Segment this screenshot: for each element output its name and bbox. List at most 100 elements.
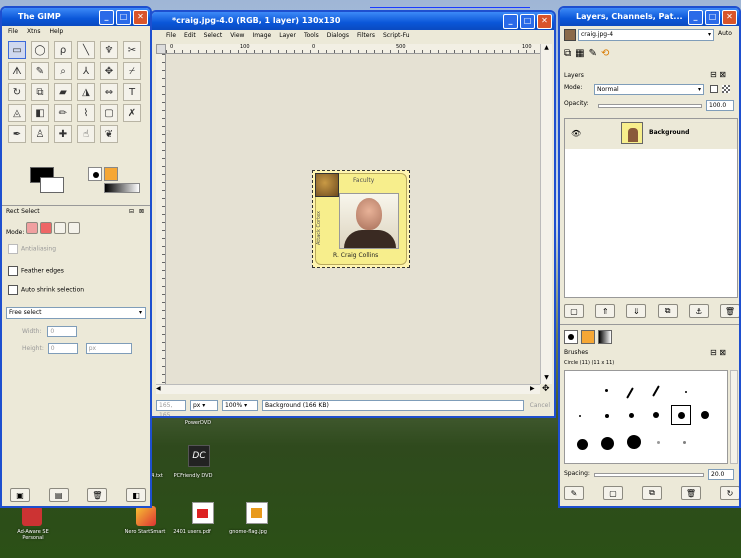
keep-transparency-checkbox[interactable] [710, 85, 718, 93]
layer-row[interactable]: 👁 Background [565, 119, 737, 149]
scroll-down-arrow[interactable]: ▼ [541, 374, 552, 384]
brush-item[interactable] [685, 391, 687, 393]
rect-select-icon[interactable]: ▭ [8, 41, 26, 59]
width-input[interactable]: 0 [47, 326, 78, 337]
antialiasing-option[interactable]: Antialiasing [8, 244, 56, 254]
desktop-label-nero[interactable]: Nero StartSmart [120, 529, 170, 535]
eraser-icon[interactable]: ▢ [100, 104, 118, 122]
color-select-icon[interactable]: ♆ [100, 41, 118, 59]
brush-scrollbar[interactable] [730, 370, 738, 464]
antialiasing-checkbox[interactable] [8, 244, 18, 254]
ellipse-select-icon[interactable]: ◯ [31, 41, 49, 59]
horizontal-ruler[interactable]: 0 100 0 500 100 [166, 44, 540, 54]
gradient-icon[interactable]: ◧ [31, 104, 49, 122]
brush-item[interactable] [577, 439, 588, 450]
flip-icon[interactable]: ⇔ [100, 83, 118, 101]
heal-icon[interactable]: ✚ [54, 125, 72, 143]
paths-tab-icon[interactable]: ✎ [589, 48, 597, 59]
vertical-ruler[interactable] [156, 54, 166, 384]
channels-tab-icon[interactable]: ▦ [575, 48, 584, 59]
measure-icon[interactable]: ⅄ [77, 62, 95, 80]
dodge-icon[interactable]: ❦ [100, 125, 118, 143]
desktop-label-pdf[interactable]: 2401 users.pdf [172, 529, 212, 535]
minimize-button[interactable]: _ [99, 10, 114, 25]
layers-tab-icon[interactable]: ⧉ [564, 48, 571, 59]
gradient-preview[interactable] [104, 183, 140, 193]
menu-help[interactable]: Help [49, 26, 63, 38]
image-selector-dropdown[interactable]: craig.jpg-4 ▾ [578, 29, 714, 41]
move-icon[interactable]: ✥ [100, 62, 118, 80]
auto-button[interactable]: Auto [718, 30, 732, 37]
pencil-icon[interactable]: ✏ [54, 104, 72, 122]
image-titlebar[interactable]: *craig.jpg-4.0 (RGB, 1 layer) 130x130 _ □… [152, 12, 554, 30]
menu-file[interactable]: File [166, 30, 176, 42]
scroll-left-arrow[interactable]: ◀ [156, 385, 166, 395]
spacing-slider[interactable] [594, 473, 704, 477]
menu-xtns[interactable]: Xtns [27, 26, 40, 38]
lasso-icon[interactable]: ρ [54, 41, 72, 59]
select-mode-dropdown[interactable]: Free select ▾ [6, 307, 146, 319]
autoshrink-checkbox[interactable] [8, 285, 18, 295]
bucket-icon[interactable]: ◬ [8, 104, 26, 122]
feather-checkbox[interactable] [8, 266, 18, 276]
reset-options-icon[interactable]: ◧ [125, 488, 146, 502]
brush-icon[interactable]: ⌇ [77, 104, 95, 122]
menu-dialogs[interactable]: Dialogs [327, 30, 349, 42]
save-options-icon[interactable]: ▣ [10, 488, 30, 502]
restore-options-icon[interactable]: ▤ [48, 488, 69, 502]
maximize-button[interactable]: □ [705, 10, 720, 25]
adaware-icon[interactable] [22, 506, 42, 526]
duplicate-brush-icon[interactable]: ⧉ [642, 486, 662, 500]
layers-menu-icon[interactable]: ⊟ ⊠ [710, 70, 726, 79]
desktop-label-image[interactable]: gnome-flag.jpg [226, 529, 270, 535]
shear-icon[interactable]: ▰ [54, 83, 72, 101]
opacity-input[interactable]: 100.0 [706, 100, 734, 111]
zoom-icon[interactable]: ⌕ [54, 62, 72, 80]
background-color-swatch[interactable] [40, 177, 64, 193]
desktop-label-partial[interactable]: 4.txt [150, 473, 164, 479]
fuzzy-select-icon[interactable]: ╲ [77, 41, 95, 59]
raise-layer-icon[interactable]: ⇑ [595, 304, 616, 318]
unit-dropdown[interactable]: px [85, 343, 132, 354]
ruler-corner-icon[interactable] [156, 44, 166, 54]
toolbox-titlebar[interactable]: The GIMP _ □ ✕ [2, 8, 150, 26]
brush-item[interactable] [683, 441, 686, 444]
brush-item[interactable] [627, 435, 641, 449]
mode-intersect-icon[interactable] [68, 222, 81, 234]
smudge-icon[interactable]: ☝ [77, 125, 95, 143]
horizontal-scrollbar[interactable]: ◀ ▶ [156, 384, 540, 394]
paths-icon[interactable]: ᗑ [8, 62, 26, 80]
menu-file[interactable]: File [8, 26, 18, 38]
desktop-label-powerdvd[interactable]: PowerDVD [178, 420, 218, 426]
brush-item[interactable] [579, 415, 581, 417]
brush-item[interactable] [605, 389, 608, 392]
mode-subtract-icon[interactable] [54, 222, 67, 234]
brush-item[interactable] [701, 411, 709, 419]
close-button[interactable]: ✕ [722, 10, 737, 25]
mode-add-icon[interactable] [40, 222, 53, 234]
brush-preview[interactable] [88, 167, 102, 181]
brush-item[interactable] [653, 412, 659, 418]
panel-close-icon[interactable]: ⊠ [139, 208, 144, 215]
menu-layer[interactable]: Layer [279, 30, 296, 42]
menu-view[interactable]: View [230, 30, 244, 42]
visibility-eye-icon[interactable]: 👁 [571, 129, 581, 138]
scroll-right-arrow[interactable]: ▶ [530, 385, 540, 395]
lower-layer-icon[interactable]: ⇓ [626, 304, 647, 318]
mode-replace-icon[interactable] [26, 222, 39, 234]
delete-options-icon[interactable]: 🗑 [87, 488, 108, 502]
brush-item[interactable] [605, 414, 609, 418]
menu-edit[interactable]: Edit [184, 30, 196, 42]
desktop-label-adaware[interactable]: Ad-Aware SE Personal [8, 529, 58, 541]
crop-icon[interactable]: ⌿ [123, 62, 141, 80]
layers-titlebar[interactable]: Layers, Channels, Pat... _ □ ✕ [560, 8, 739, 26]
edit-brush-icon[interactable]: ✎ [564, 486, 584, 500]
desktop-label-pcfriendly[interactable]: PCFriendly DVD [168, 473, 218, 479]
new-brush-icon[interactable]: ▢ [603, 486, 623, 500]
maximize-button[interactable]: □ [520, 14, 535, 29]
pencil-select-icon[interactable]: ✎ [31, 62, 49, 80]
scroll-up-arrow[interactable]: ▲ [541, 44, 552, 54]
height-input[interactable]: 0 [47, 343, 78, 354]
text-icon[interactable]: T [123, 83, 141, 101]
maximize-button[interactable]: □ [116, 10, 131, 25]
